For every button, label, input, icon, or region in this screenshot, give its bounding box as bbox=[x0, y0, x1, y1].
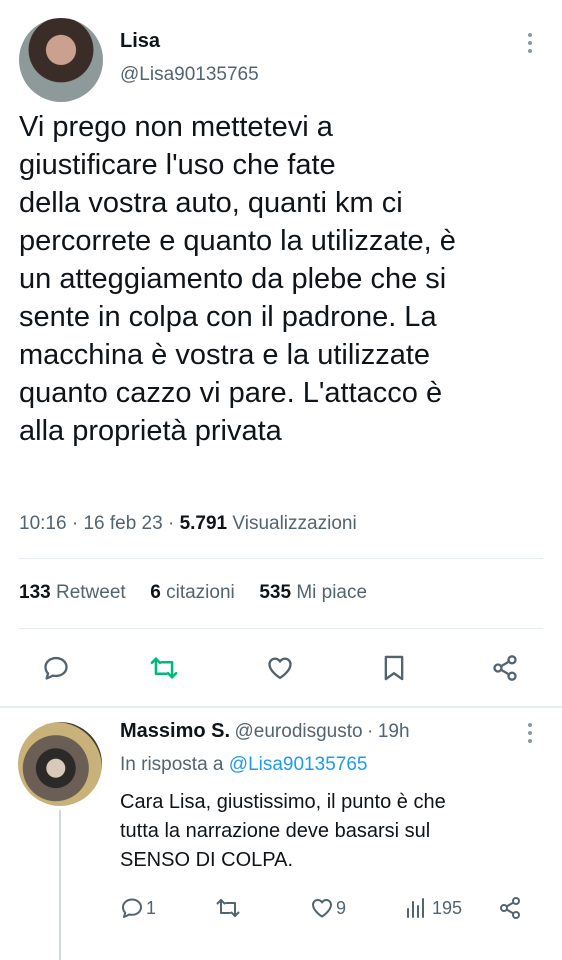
reply-author-handle[interactable]: @eurodisgusto bbox=[235, 721, 363, 742]
author-handle[interactable]: @Lisa90135765 bbox=[120, 64, 259, 86]
views-icon bbox=[404, 896, 428, 920]
reply-text-line: Cara Lisa, giustissimo, il punto è che bbox=[120, 791, 446, 813]
retweets-stat[interactable]: 133 Retweet bbox=[19, 582, 126, 603]
more-icon[interactable] bbox=[520, 720, 540, 746]
reply-icon bbox=[120, 896, 144, 920]
tweet-text-line: un atteggiamento da plebe che si bbox=[19, 263, 447, 295]
tweet-text-line: alla proprietà privata bbox=[19, 415, 282, 447]
quotes-count: 6 bbox=[150, 582, 161, 603]
tweet-meta: 10:16 · 16 feb 23 · 5.791 Visualizzazion… bbox=[19, 513, 357, 535]
more-icon[interactable] bbox=[520, 30, 540, 56]
author-avatar[interactable] bbox=[19, 18, 103, 102]
divider bbox=[19, 558, 543, 559]
like-icon[interactable] bbox=[262, 650, 298, 686]
like-count: 9 bbox=[336, 897, 347, 918]
reply-text: Cara Lisa, giustissimo, il punto è che t… bbox=[120, 788, 540, 875]
divider bbox=[0, 706, 562, 708]
retweets-count: 133 bbox=[19, 582, 51, 603]
quotes-label: citazioni bbox=[166, 582, 235, 603]
tweet-text-line: Vi prego non mettetevi a bbox=[19, 111, 333, 143]
quotes-stat[interactable]: 6 citazioni bbox=[150, 582, 235, 603]
reply-text-line: SENSO DI COLPA. bbox=[120, 849, 294, 871]
likes-label: Mi piace bbox=[296, 582, 368, 603]
reply-header: Massimo S. @eurodisgusto · 19h bbox=[120, 720, 410, 743]
likes-count: 535 bbox=[259, 582, 292, 603]
views-label[interactable]: Visualizzazioni bbox=[232, 513, 356, 534]
share-icon[interactable] bbox=[496, 895, 524, 921]
tweet-text-line: della vostra auto, quanti km ci bbox=[19, 187, 403, 219]
meta-separator: · bbox=[167, 513, 175, 534]
reply-separator: · bbox=[367, 721, 374, 742]
reply-reply-action[interactable]: 1 bbox=[120, 895, 156, 921]
reply-icon[interactable] bbox=[38, 650, 74, 686]
views-count: 5.791 bbox=[179, 513, 228, 534]
reply-views-action[interactable]: 195 bbox=[404, 895, 462, 921]
tweet-text: Vi prego non mettetevi a giustificare l'… bbox=[19, 108, 549, 450]
author-name[interactable]: Lisa bbox=[120, 30, 160, 53]
reply-age[interactable]: 19h bbox=[378, 721, 410, 742]
in-reply-prefix: In risposta a bbox=[120, 754, 224, 775]
share-icon[interactable] bbox=[487, 650, 523, 686]
thread-line bbox=[59, 810, 61, 960]
tweet-stats: 133 Retweet 6 citazioni 535 Mi piace bbox=[19, 582, 367, 604]
meta-separator: · bbox=[71, 513, 79, 534]
reply-author-name[interactable]: Massimo S. bbox=[120, 720, 230, 742]
reply-author-avatar[interactable] bbox=[18, 722, 102, 806]
tweet-text-line: quanto cazzo vi pare. L'attacco è bbox=[19, 377, 443, 409]
tweet-time[interactable]: 10:16 bbox=[19, 513, 67, 534]
in-reply-to: In risposta a @Lisa90135765 bbox=[120, 754, 367, 776]
reply-count: 1 bbox=[146, 897, 157, 918]
tweet-text-line: giustificare l'uso che fate bbox=[19, 149, 336, 181]
retweet-icon[interactable] bbox=[214, 895, 242, 921]
views-count: 195 bbox=[432, 897, 463, 918]
in-reply-handle-link[interactable]: @Lisa90135765 bbox=[229, 754, 368, 775]
tweet-text-line: percorrete e quanto la utilizzate, è bbox=[19, 225, 456, 257]
bookmark-icon[interactable] bbox=[376, 650, 412, 686]
tweet-text-line: sente in colpa con il padrone. La bbox=[19, 301, 437, 333]
tweet-text-line: macchina è vostra e la utilizzate bbox=[19, 339, 431, 371]
reply-text-line: tutta la narrazione deve basarsi sul bbox=[120, 820, 431, 842]
divider bbox=[19, 628, 543, 629]
likes-stat[interactable]: 535 Mi piace bbox=[259, 582, 367, 603]
tweet-date[interactable]: 16 feb 23 bbox=[83, 513, 162, 534]
like-icon bbox=[310, 896, 334, 920]
reply-like-action[interactable]: 9 bbox=[310, 895, 346, 921]
retweets-label: Retweet bbox=[55, 582, 126, 603]
retweet-icon[interactable] bbox=[146, 650, 182, 686]
